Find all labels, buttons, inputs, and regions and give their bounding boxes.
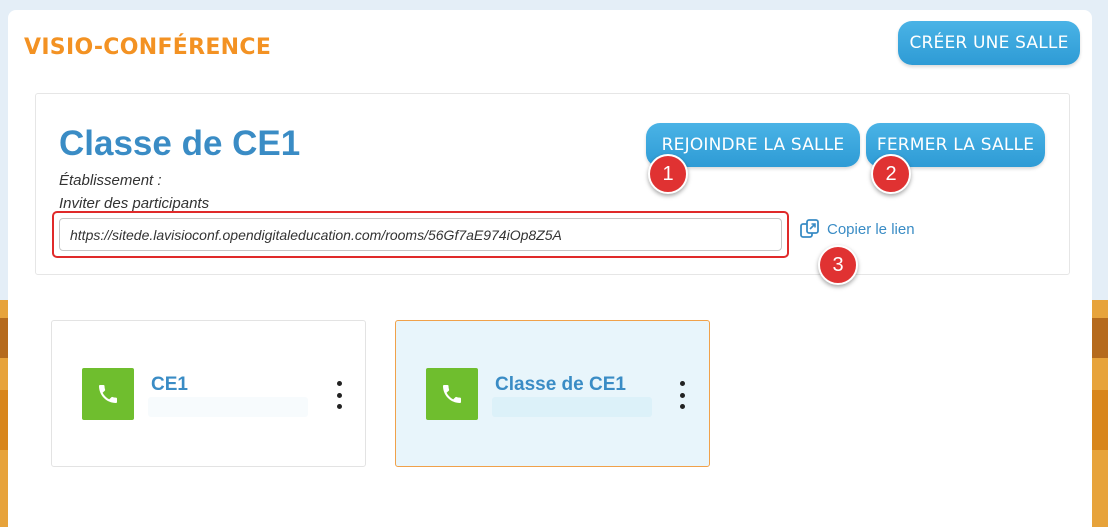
etablissement-label: Établissement : [59,172,162,189]
more-options-icon[interactable] [329,381,349,409]
room-tile-name: CE1 [151,374,188,395]
room-tile-subtitle-placeholder [492,397,652,417]
page-title: VISIO-CONFÉRENCE [24,35,272,60]
more-options-icon[interactable] [672,381,692,409]
room-tile-name: Classe de CE1 [495,374,626,395]
room-tile[interactable]: CE1 [51,320,366,467]
room-tile-subtitle-placeholder [148,397,308,417]
create-room-button[interactable]: CRÉER UNE SALLE [898,21,1080,65]
room-tile-selected[interactable]: Classe de CE1 [395,320,710,467]
room-name-heading: Classe de CE1 [59,124,301,163]
annotation-badge-1: 1 [648,154,688,194]
invite-link-field[interactable] [59,218,782,251]
phone-icon [426,368,478,420]
annotation-badge-3: 3 [818,245,858,285]
copy-link-button[interactable]: Copier le lien [799,218,915,240]
phone-icon [82,368,134,420]
annotation-badge-2: 2 [871,154,911,194]
invite-participants-label: Inviter des participants [59,195,210,212]
copy-icon [799,218,821,240]
copy-link-label: Copier le lien [827,220,915,238]
